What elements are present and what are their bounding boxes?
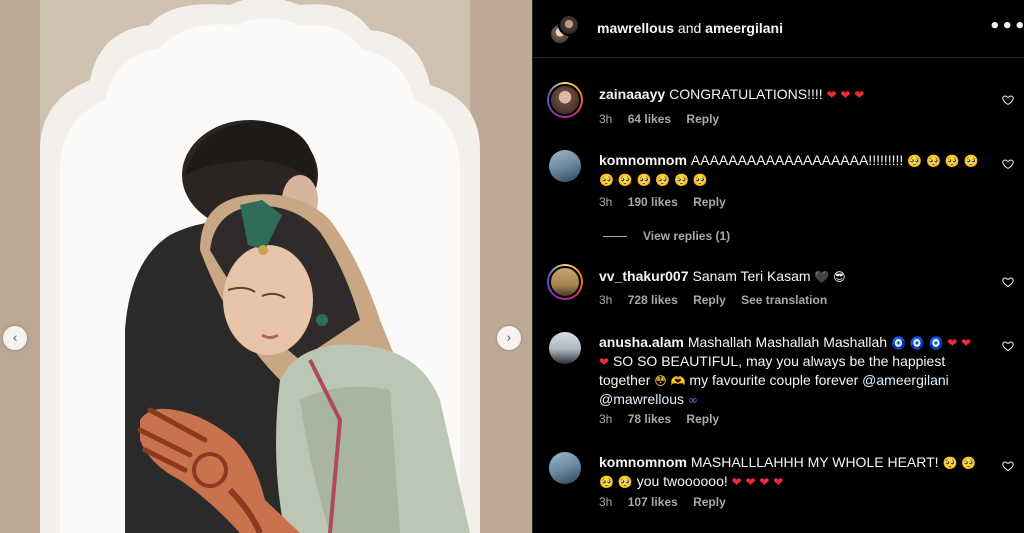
comment-time[interactable]: 3h (599, 112, 612, 126)
chevron-right-icon: › (506, 330, 512, 346)
pleading-face-emoji: 🥺 (617, 475, 633, 489)
like-heart-icon[interactable] (1002, 94, 1014, 106)
view-replies-button[interactable]: View replies (1) (603, 229, 730, 243)
comment-text: komnomnom AAAAAAAAAAAAAAAAAAA!!!!!!!!! 🥺 … (599, 152, 979, 187)
reply-button[interactable]: Reply (686, 112, 719, 126)
comment-meta: 3h 728 likes Reply See translation (599, 293, 839, 307)
comment-time[interactable]: 3h (599, 195, 612, 209)
reply-button[interactable]: Reply (686, 412, 719, 426)
reply-button[interactable]: Reply (693, 195, 726, 209)
comment-text: zainaaayy CONGRATULATIONS!!!! ❤ ❤ ❤ (599, 86, 865, 102)
comment-likes[interactable]: 190 likes (628, 195, 678, 209)
infinity-emoji: ∞ (687, 393, 698, 407)
chevron-left-icon: ‹ (12, 330, 18, 346)
comment-meta: 3h 64 likes Reply (599, 112, 731, 126)
comment-meta: 3h 107 likes Reply (599, 495, 738, 509)
post-header: mawrellous and ameergilani ••• (533, 0, 1024, 58)
comment-text: anusha.alam Mashallah Mashallah Mashallah… (599, 334, 972, 407)
wedding-photo-illustration (0, 0, 532, 533)
post-photo[interactable]: ‹ › (0, 0, 532, 533)
evil-eye-emoji: 🧿 🧿 🧿 (890, 336, 944, 350)
avatar[interactable] (549, 150, 581, 182)
comment-meta: 3h 190 likes Reply (599, 195, 738, 209)
emoji: 😳 🫶 (654, 374, 686, 388)
comment-username[interactable]: zainaaayy (599, 86, 665, 102)
comments-panel: mawrellous and ameergilani ••• zainaaayy… (532, 0, 1024, 533)
comment-likes[interactable]: 64 likes (628, 112, 671, 126)
comment-text: vv_thakur007 Sanam Teri Kasam 🖤 😎 (599, 268, 846, 284)
like-heart-icon[interactable] (1002, 158, 1014, 170)
divider (603, 236, 627, 238)
comment-time[interactable]: 3h (599, 495, 612, 509)
comment-username[interactable]: komnomnom (599, 454, 687, 470)
see-translation-button[interactable]: See translation (741, 293, 827, 307)
mention-link[interactable]: @mawrellous (599, 391, 684, 407)
avatar[interactable] (549, 332, 581, 364)
like-heart-icon[interactable] (1002, 276, 1014, 288)
heart-emoji: ❤ (599, 355, 610, 369)
author-link[interactable]: mawrellous (597, 20, 674, 36)
heart-emoji: ❤ ❤ ❤ (826, 88, 865, 102)
emoji: 🖤 😎 (814, 270, 846, 284)
reply-button[interactable]: Reply (693, 495, 726, 509)
like-heart-icon[interactable] (1002, 340, 1014, 352)
mention-link[interactable]: @ameergilani (862, 372, 949, 388)
carousel-prev-button[interactable]: ‹ (3, 326, 27, 350)
comment-username[interactable]: vv_thakur007 (599, 268, 689, 284)
carousel-next-button[interactable]: › (497, 326, 521, 350)
comment-likes[interactable]: 107 likes (628, 495, 678, 509)
author-avatars[interactable] (549, 14, 580, 46)
comment-likes[interactable]: 728 likes (628, 293, 678, 307)
author-joiner: and (677, 20, 702, 36)
comment-time[interactable]: 3h (599, 293, 612, 307)
avatar[interactable] (547, 82, 583, 118)
post-authors: mawrellous and ameergilani (597, 20, 783, 36)
comment-time[interactable]: 3h (599, 412, 612, 426)
comment-likes[interactable]: 78 likes (628, 412, 671, 426)
avatar[interactable] (549, 452, 581, 484)
heart-emoji: ❤ ❤ (947, 336, 972, 350)
heart-emoji: ❤ ❤ ❤ ❤ (731, 475, 784, 489)
more-horizontal-icon[interactable]: ••• (989, 18, 1024, 36)
author-link[interactable]: ameergilani (705, 20, 783, 36)
avatar[interactable] (558, 14, 580, 36)
comment-meta: 3h 78 likes Reply (599, 412, 731, 426)
avatar[interactable] (547, 264, 583, 300)
comment-text: komnomnom MASHALLLAHHH MY WHOLE HEART! 🥺 … (599, 454, 977, 489)
like-heart-icon[interactable] (1002, 460, 1014, 472)
comment-username[interactable]: anusha.alam (599, 334, 684, 350)
comment-username[interactable]: komnomnom (599, 152, 687, 168)
reply-button[interactable]: Reply (693, 293, 726, 307)
